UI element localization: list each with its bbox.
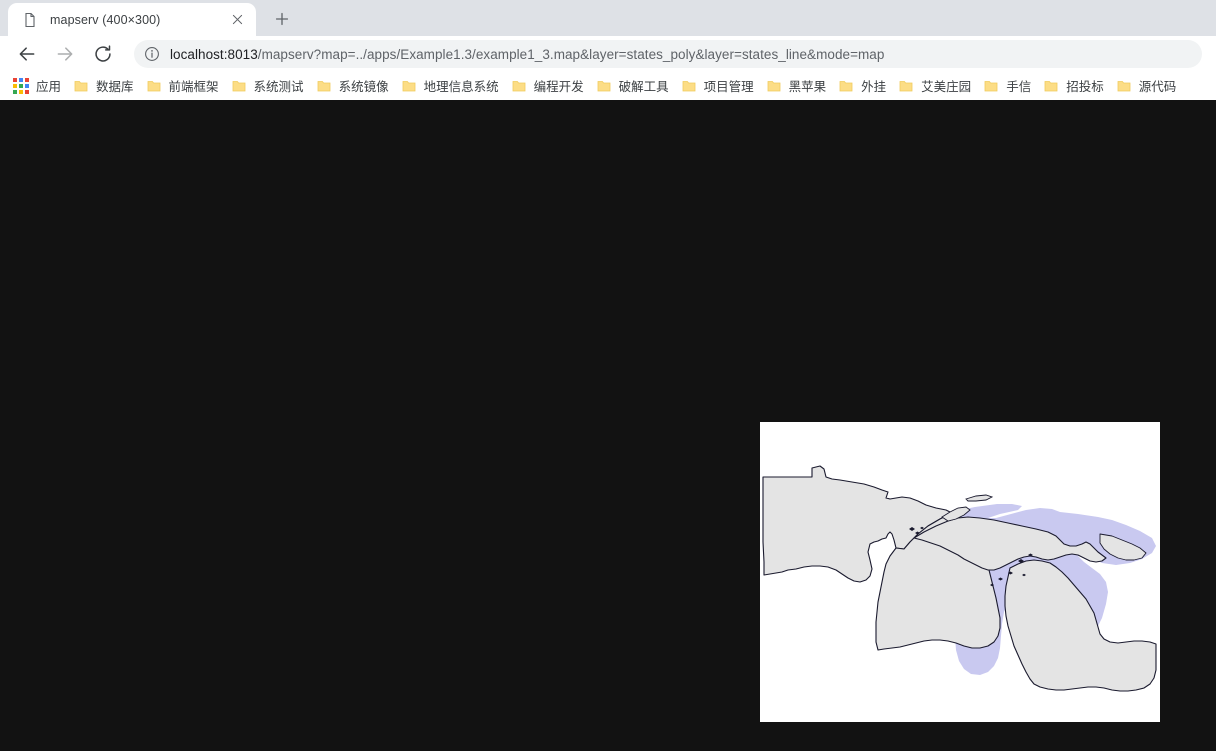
reload-button[interactable]	[88, 39, 118, 69]
bookmark-item-8[interactable]: 黑苹果	[761, 74, 834, 98]
folder-icon	[401, 78, 417, 94]
bookmark-label: 前端框架	[168, 80, 219, 94]
bookmark-item-5[interactable]: 编程开发	[506, 74, 591, 98]
bookmark-label: 数据库	[96, 80, 134, 94]
bookmark-item-11[interactable]: 手信	[978, 74, 1038, 98]
folder-icon	[838, 78, 854, 94]
folder-icon	[1043, 78, 1059, 94]
apps-grid-icon	[13, 77, 29, 94]
mapserv-map-image[interactable]	[760, 422, 1160, 722]
new-tab-button[interactable]	[268, 5, 296, 33]
forward-button[interactable]	[50, 39, 80, 69]
bookmark-item-0[interactable]: 数据库	[68, 74, 141, 98]
bookmark-label: 招投标	[1066, 80, 1104, 94]
page-viewport	[0, 100, 1216, 751]
bookmark-item-3[interactable]: 系统镜像	[311, 74, 396, 98]
browser-window: mapserv (400×300) localhost:8013/mapserv…	[0, 0, 1216, 751]
bookmark-label: 源代码	[1138, 80, 1177, 94]
bookmark-label: 艾美庄园	[921, 80, 972, 94]
bookmark-item-10[interactable]: 艾美庄园	[893, 74, 978, 98]
bookmark-item-4[interactable]: 地理信息系统	[396, 74, 506, 98]
folder-icon	[73, 78, 89, 94]
bookmark-label: 地理信息系统	[423, 80, 499, 94]
folder-icon	[766, 78, 782, 94]
browser-tab-mapserv[interactable]: mapserv (400×300)	[8, 3, 256, 36]
bookmark-item-13[interactable]: 源代码	[1111, 74, 1184, 98]
bookmark-item-12[interactable]: 招投标	[1038, 74, 1111, 98]
bookmark-label: 项目管理	[703, 80, 754, 94]
folder-icon	[596, 78, 612, 94]
address-bar-path: /mapserv?map=../apps/Example1.3/example1…	[257, 46, 885, 62]
address-bar-host: localhost:8013	[170, 46, 258, 62]
bookmark-label: 黑苹果	[788, 80, 827, 94]
bookmark-item-7[interactable]: 项目管理	[676, 74, 761, 98]
bookmark-label: 破解工具	[618, 80, 669, 94]
bookmark-item-9[interactable]: 外挂	[833, 74, 893, 98]
folder-icon	[316, 78, 332, 94]
folder-icon	[511, 78, 527, 94]
close-icon[interactable]	[228, 11, 246, 29]
bookmark-item-6[interactable]: 破解工具	[591, 74, 676, 98]
bookmark-item-2[interactable]: 系统测试	[226, 74, 311, 98]
folder-icon	[983, 78, 999, 94]
bookmark-label: 外挂	[861, 80, 887, 94]
map-graphic	[760, 422, 1160, 722]
back-button[interactable]	[12, 39, 42, 69]
document-icon	[22, 12, 38, 28]
folder-icon	[898, 78, 914, 94]
bookmark-item-1[interactable]: 前端框架	[141, 74, 226, 98]
bookmark-label: 应用	[36, 80, 62, 94]
folder-icon	[1116, 78, 1132, 94]
folder-icon	[231, 78, 247, 94]
address-bar[interactable]: localhost:8013/mapserv?map=../apps/Examp…	[134, 40, 1202, 68]
address-bar-url: localhost:8013/mapserv?map=../apps/Examp…	[170, 47, 884, 62]
folder-icon	[146, 78, 162, 94]
bookmark-label: 系统测试	[253, 80, 304, 94]
bookmark-label: 编程开发	[533, 80, 584, 94]
bookmark-label: 手信	[1006, 80, 1032, 94]
bookmarks-bar: 应用 数据库 前端框架 系统测试 系统镜像 地理信息系统 编程开发 破解工具 项…	[0, 72, 1216, 100]
folder-icon	[681, 78, 697, 94]
bookmark-apps[interactable]: 应用	[8, 74, 68, 98]
browser-toolbar: localhost:8013/mapserv?map=../apps/Examp…	[0, 36, 1216, 72]
bookmark-label: 系统镜像	[338, 80, 389, 94]
info-circle-icon[interactable]	[144, 46, 160, 62]
tab-title: mapserv (400×300)	[50, 12, 161, 27]
tab-strip: mapserv (400×300)	[0, 0, 1216, 36]
